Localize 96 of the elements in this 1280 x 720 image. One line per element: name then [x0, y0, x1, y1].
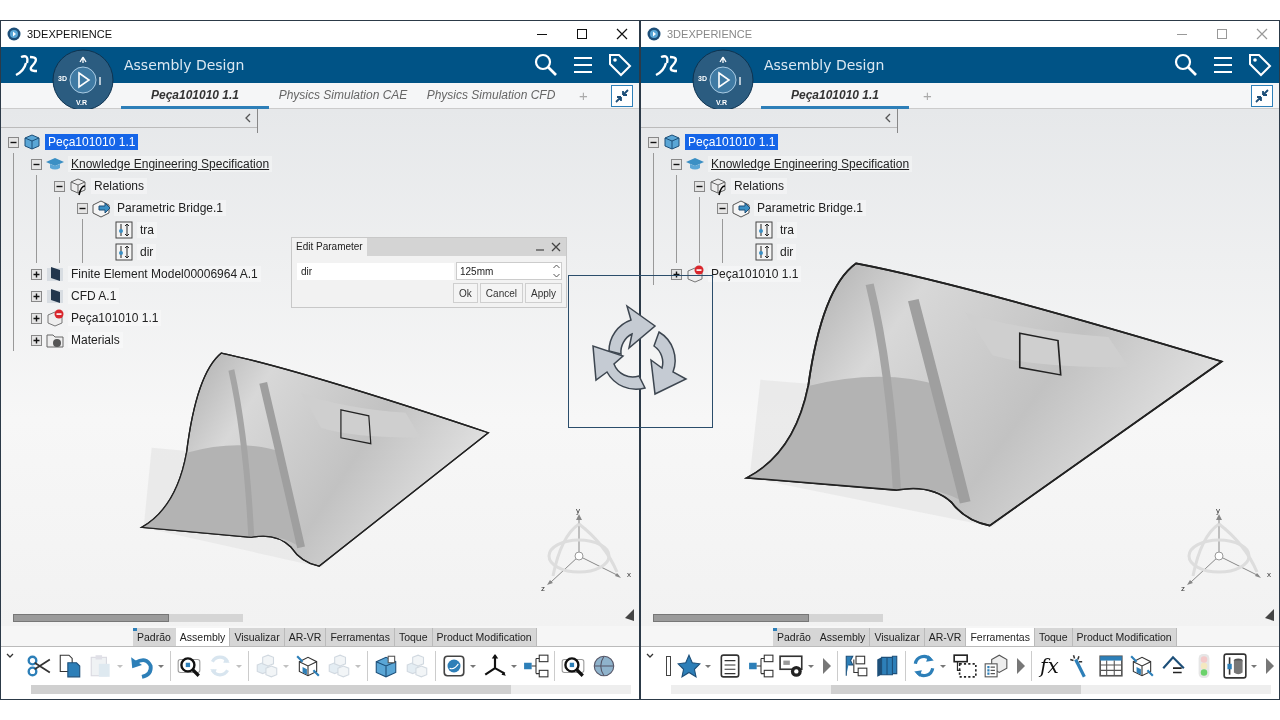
slider-icon: [114, 220, 134, 240]
tree-item[interactable]: Relations: [731, 178, 788, 194]
cube-icon: [662, 132, 682, 152]
app-title: Assembly Design: [764, 57, 885, 73]
resize-grip-icon[interactable]: [623, 608, 635, 622]
collapse-toggle[interactable]: [54, 180, 65, 192]
workbench-tab[interactable]: Toque: [394, 628, 433, 646]
caret-icon[interactable]: [469, 663, 477, 669]
workbench-tab[interactable]: AR-VR: [284, 628, 327, 646]
collapse-panel-icon[interactable]: [243, 111, 253, 125]
workbench-tab[interactable]: Assembly: [175, 628, 231, 646]
tree-item[interactable]: Peça101010 1.1: [68, 310, 162, 326]
tree-item[interactable]: Peça101010 1.1: [45, 134, 139, 150]
close-button[interactable]: [550, 241, 562, 253]
tree-item[interactable]: Finite Element Model00006964 A.1: [68, 266, 261, 282]
tree-item[interactable]: Parametric Bridge.1: [114, 200, 227, 216]
tree-item[interactable]: tra: [137, 222, 157, 238]
dialog-button[interactable]: Ok: [453, 283, 478, 303]
expand-toggle[interactable]: [671, 268, 682, 280]
tree-item[interactable]: Knowledge Engineering Specification: [68, 156, 273, 172]
axis-label: y: [1216, 506, 1220, 515]
cube-icon: [685, 264, 705, 284]
collapse-button[interactable]: [611, 84, 633, 107]
collapse-panel-icon[interactable]: [883, 111, 893, 125]
tree-item[interactable]: Relations: [91, 178, 148, 194]
value-field[interactable]: 125mm: [456, 262, 562, 280]
tree-item[interactable]: Peça101010 1.1: [685, 134, 779, 150]
toolbar-button[interactable]: [482, 653, 518, 679]
caret-icon[interactable]: [939, 663, 947, 669]
workbench-tab[interactable]: Padrão: [133, 628, 176, 646]
collapse-toggle[interactable]: [694, 180, 705, 192]
toolbar-button[interactable]: [57, 653, 83, 679]
parameter-name: dir: [297, 262, 454, 280]
expand-toggle[interactable]: [31, 312, 42, 324]
cube-icon: [45, 308, 65, 328]
caret-icon[interactable]: [510, 663, 518, 669]
axis-label: x: [627, 570, 631, 579]
expand-toggle[interactable]: [31, 290, 42, 302]
scrollbar[interactable]: [13, 614, 243, 622]
cube-icon: [91, 198, 111, 218]
tree-item[interactable]: dir: [137, 244, 157, 260]
cube-icon: [731, 198, 751, 218]
document-tab[interactable]: Physics Simulation CAE: [269, 82, 417, 109]
tree-item[interactable]: dir: [777, 244, 797, 260]
toolbar-button[interactable]: [591, 653, 617, 679]
caret-icon[interactable]: [1249, 663, 1258, 669]
collapse-toggle[interactable]: [717, 202, 728, 214]
collapse-toggle[interactable]: [77, 202, 88, 214]
collapse-toggle[interactable]: [31, 158, 42, 170]
window-title: 3DEXPERIENCE: [667, 28, 752, 40]
slider-icon: [754, 220, 774, 240]
expand-toggle[interactable]: [31, 268, 42, 280]
caret-icon[interactable]: [157, 663, 165, 669]
tag-icon[interactable]: [607, 52, 633, 78]
app-icon: [7, 27, 21, 41]
app-icon: [647, 27, 661, 41]
axis-label: z: [1181, 584, 1185, 593]
workbench-tab[interactable]: Ferramentas: [326, 628, 395, 646]
cube-icon: [68, 176, 88, 196]
toolbar-button[interactable]: [26, 653, 52, 679]
block-icon: [45, 286, 65, 306]
window-title: 3DEXPERIENCE: [27, 28, 112, 40]
app-title: Assembly Design: [124, 57, 245, 73]
toolbar-button[interactable]: [373, 653, 399, 679]
block-icon: [45, 264, 65, 284]
dialog-title: Edit Parameter: [292, 238, 367, 256]
tree-item[interactable]: tra: [777, 222, 797, 238]
axis-label: x: [1267, 570, 1271, 579]
collapse-toggle[interactable]: [671, 158, 682, 170]
caret-icon[interactable]: [807, 663, 815, 669]
collapse-toggle[interactable]: [8, 136, 19, 148]
tree-item[interactable]: Peça101010 1.1: [708, 266, 802, 282]
expand-toggle[interactable]: [31, 334, 42, 346]
caret-icon[interactable]: [704, 663, 712, 669]
toolbar-button[interactable]: [523, 653, 549, 679]
slider-icon: [754, 242, 774, 262]
workbench-tab[interactable]: Visualizar: [230, 628, 285, 646]
cube-icon: [22, 132, 42, 152]
scrollbar[interactable]: [31, 685, 631, 694]
axis-label: y: [576, 506, 580, 515]
tree-item[interactable]: Materials: [68, 332, 123, 348]
tree-item[interactable]: Knowledge Engineering Specification: [708, 156, 913, 172]
toolbar-button[interactable]: [441, 653, 477, 679]
dialog-button[interactable]: Apply: [525, 283, 562, 303]
document-tab[interactable]: Physics Simulation CFD: [417, 82, 565, 109]
axis-label: z: [541, 584, 545, 593]
toolbar-button[interactable]: [295, 653, 321, 679]
search-icon[interactable]: [533, 52, 559, 78]
collapse-toggle[interactable]: [648, 136, 659, 148]
tree-item[interactable]: Parametric Bridge.1: [754, 200, 867, 216]
dialog-button[interactable]: Cancel: [479, 283, 523, 303]
slider-icon: [114, 242, 134, 262]
tree-item[interactable]: CFD A.1: [68, 288, 120, 304]
cycle-arrows-icon: [592, 305, 687, 395]
workbench-tab[interactable]: Product Modification: [432, 628, 537, 646]
cube-icon: [708, 176, 728, 196]
